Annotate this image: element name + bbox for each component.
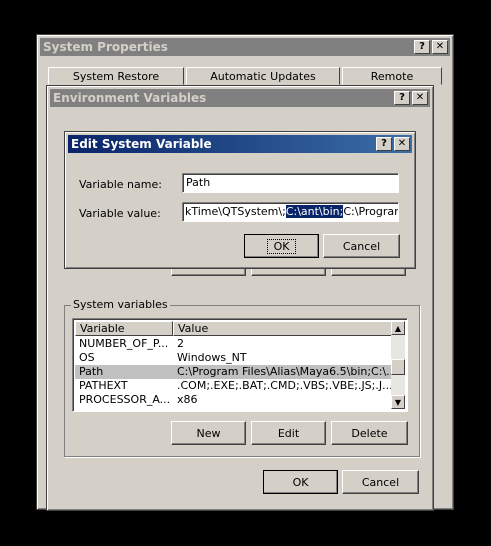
close-button[interactable]: ✕ [432,40,448,54]
column-value[interactable]: Value [173,321,393,336]
scroll-up-icon[interactable]: ▲ [391,321,405,335]
environment-variables-title: Environment Variables [53,91,207,105]
help-button[interactable]: ? [376,137,392,151]
system-properties-titlebar: System Properties ? ✕ [40,38,450,56]
variable-value-label: Variable value: [79,207,161,220]
system-properties-title: System Properties [43,40,168,54]
environment-variables-titlebar: Environment Variables ? ✕ [50,89,430,107]
vertical-scrollbar[interactable]: ▲ ▼ [391,321,405,409]
table-row[interactable]: PROCESSOR_A... x86 [75,393,393,407]
tab-automatic-updates[interactable]: Automatic Updates [186,67,340,85]
table-row[interactable]: NUMBER_OF_P... 2 [75,337,393,351]
env-cancel-button[interactable]: Cancel [342,470,419,494]
system-delete-button[interactable]: Delete [331,421,408,445]
scroll-thumb[interactable] [391,359,405,375]
system-variables-label: System variables [71,298,170,311]
system-new-button[interactable]: New [171,421,246,445]
selected-text: C:\ant\bin; [285,205,344,218]
column-variable[interactable]: Variable [75,321,173,336]
scroll-down-icon[interactable]: ▼ [391,395,405,409]
table-row[interactable]: PATHEXT .COM;.EXE;.BAT;.CMD;.VBS;.VBE;.J… [75,379,393,393]
system-variables-list[interactable]: Variable Value NUMBER_OF_P... 2 OS Windo… [72,318,408,412]
table-row-selected[interactable]: Path C:\Program Files\Alias\Maya6.5\bin;… [75,365,393,379]
tab-system-restore[interactable]: System Restore [48,67,184,85]
edit-ok-button[interactable]: OK [244,234,319,258]
variable-value-field[interactable]: kTime\QTSystem\;C:\ant\bin;C:\Program Fi [182,202,399,222]
edit-dialog-title: Edit System Variable [71,137,212,151]
close-button[interactable]: ✕ [394,137,410,151]
help-button[interactable]: ? [414,40,430,54]
variable-name-label: Variable name: [79,178,162,191]
env-ok-button[interactable]: OK [263,470,338,494]
system-edit-button[interactable]: Edit [251,421,326,445]
table-row[interactable]: OS Windows_NT [75,351,393,365]
help-button[interactable]: ? [394,91,410,105]
edit-dialog-titlebar: Edit System Variable ? ✕ [68,135,412,153]
list-header: Variable Value [75,321,393,336]
close-button[interactable]: ✕ [412,91,428,105]
variable-name-field[interactable]: Path [182,173,399,193]
edit-cancel-button[interactable]: Cancel [323,234,400,258]
tab-remote[interactable]: Remote [342,67,442,85]
